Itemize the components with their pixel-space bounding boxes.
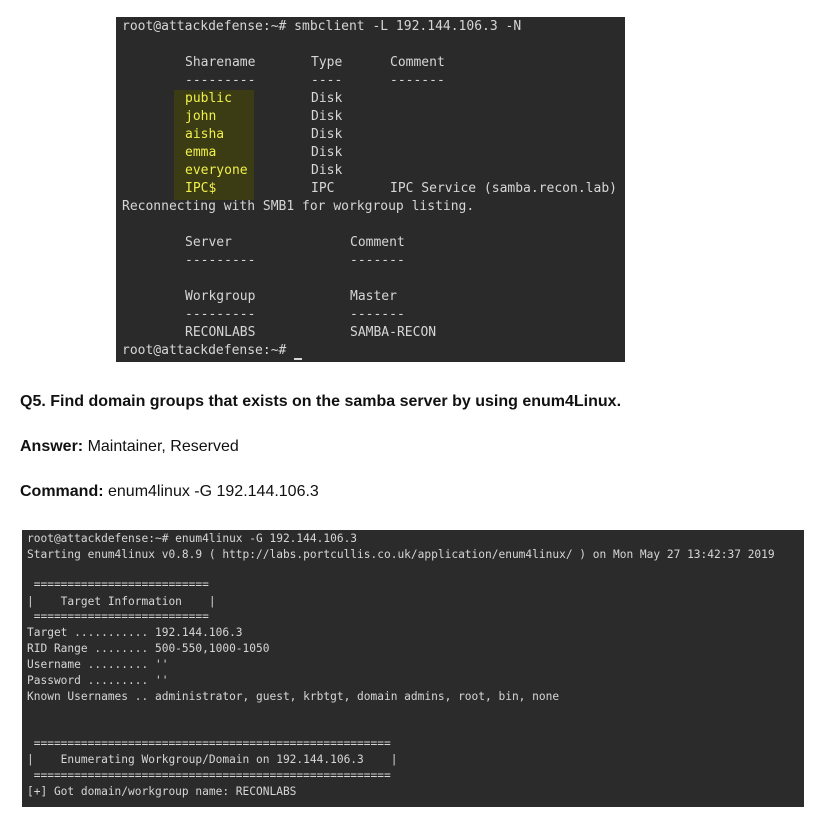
share-name: IPC$: [185, 181, 217, 196]
question-heading: Q5. Find domain groups that exists on th…: [20, 393, 622, 410]
share-name: aisha: [185, 127, 225, 142]
share-name: john: [185, 109, 217, 124]
terminal-line: Known Usernames .. administrator, guest,…: [27, 690, 560, 703]
header-server-comment: Comment: [350, 235, 405, 250]
header-server: Server: [185, 235, 232, 250]
share-type: Disk: [311, 127, 343, 142]
share-type: Disk: [311, 145, 343, 160]
header-type: Type: [311, 55, 343, 70]
answer-label: Answer:: [20, 438, 84, 455]
header-master: Master: [350, 289, 397, 304]
terminal-line: root@attackdefense:~# enum4linux -G 192.…: [27, 532, 358, 545]
terminal-line: | Enumerating Workgroup/Domain on 192.14…: [27, 753, 398, 766]
share-name: public: [185, 91, 232, 106]
dash-workgroup: ---------: [185, 307, 256, 322]
header-sharename: Sharename: [185, 55, 256, 70]
terminal-line: ========================================…: [27, 737, 391, 750]
dash-type: ----: [311, 73, 343, 88]
master-value: SAMBA-RECON: [350, 325, 437, 340]
dash-master: -------: [350, 307, 405, 322]
answer-value: Maintainer, Reserved: [83, 438, 239, 455]
terminal-line: Username ......... '': [27, 658, 169, 671]
command-label: Command:: [20, 483, 104, 500]
terminal-line: ========================================…: [27, 769, 391, 782]
command-line-text: Command: enum4linux -G 192.144.106.3: [20, 483, 319, 501]
dash-sharename: ---------: [185, 73, 256, 88]
terminal-line: Password ......... '': [27, 674, 169, 687]
answer-line: Answer: Maintainer, Reserved: [20, 438, 239, 456]
smbclient-terminal-screenshot: root@attackdefense:~# smbclient -L 192.1…: [116, 17, 625, 362]
terminal-line: | Target Information |: [27, 595, 216, 608]
command-line: root@attackdefense:~# smbclient -L 192.1…: [122, 19, 522, 34]
enum4linux-terminal-screenshot: root@attackdefense:~# enum4linux -G 192.…: [22, 530, 804, 807]
terminal-line: RID Range ........ 500-550,1000-1050: [27, 642, 270, 655]
terminal-line: ==========================: [27, 578, 209, 591]
share-type: Disk: [311, 163, 343, 178]
terminal-line: ==========================: [27, 610, 209, 623]
header-workgroup: Workgroup: [185, 289, 256, 304]
share-comment: IPC Service (samba.recon.lab): [390, 181, 617, 196]
final-prompt: root@attackdefense:~#: [122, 343, 287, 358]
share-name: everyone: [185, 163, 248, 178]
share-type: Disk: [311, 91, 343, 106]
terminal-line: Starting enum4linux v0.8.9 ( http://labs…: [27, 548, 775, 561]
workgroup-value: RECONLABS: [185, 325, 256, 340]
terminal-cursor: [294, 358, 302, 360]
share-type: IPC: [311, 181, 335, 196]
header-comment: Comment: [390, 55, 445, 70]
share-name: emma: [185, 145, 217, 160]
reconnect-line: Reconnecting with SMB1 for workgroup lis…: [122, 199, 475, 214]
dash-comment: -------: [390, 73, 445, 88]
terminal-line: Target ........... 192.144.106.3: [27, 626, 243, 639]
dash-server: ---------: [185, 253, 256, 268]
command-value: enum4linux -G 192.144.106.3: [103, 483, 319, 500]
terminal-line: [+] Got domain/workgroup name: RECONLABS: [27, 785, 297, 798]
share-type: Disk: [311, 109, 343, 124]
dash-server-comment: -------: [350, 253, 405, 268]
